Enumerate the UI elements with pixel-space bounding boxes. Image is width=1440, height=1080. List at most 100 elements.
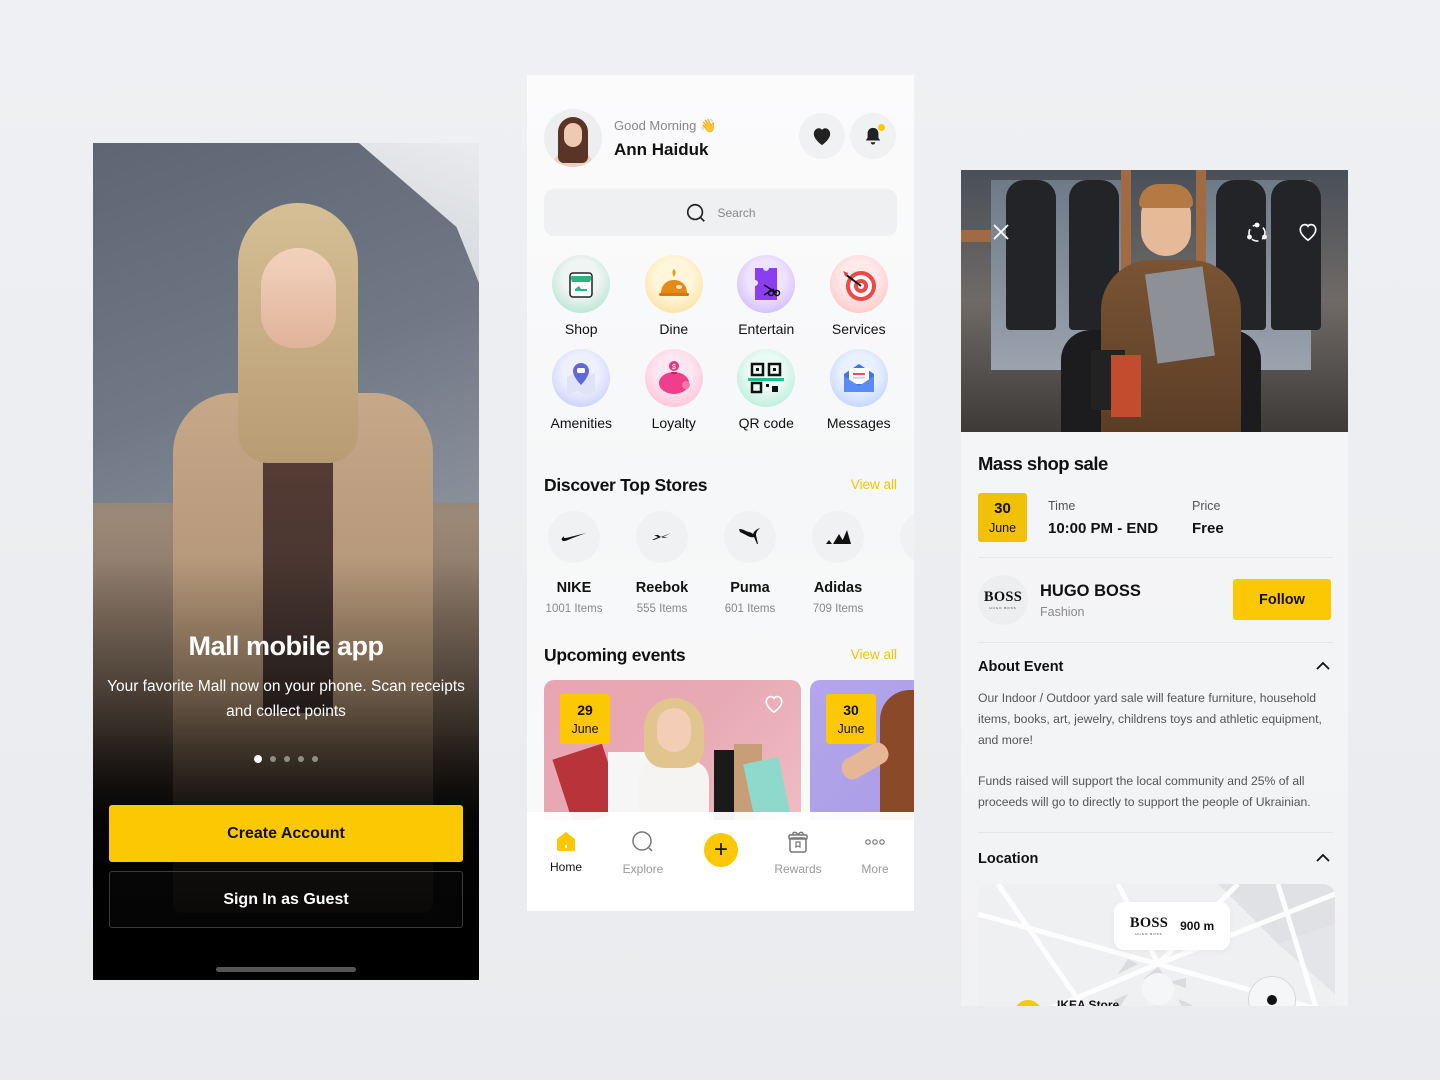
follow-button[interactable]: Follow [1233, 579, 1331, 620]
store-distance-marker[interactable]: BOSS HUGO BOSS 900 m [1114, 902, 1230, 950]
event-date-badge: 29 June [560, 694, 610, 744]
shopping-bag [1145, 266, 1215, 364]
svg-text:$: $ [672, 364, 676, 371]
store-puma[interactable]: Puma 601 Items [715, 511, 785, 615]
home-screen: Good Morning 👋 Ann Haiduk Search Shop Di… [527, 75, 914, 911]
search-icon [687, 203, 706, 222]
store-carousel[interactable]: NIKE 1001 Items Reebok 555 Items Puma 60… [539, 511, 914, 615]
category-messages[interactable]: Messages [813, 349, 906, 431]
favorites-button[interactable] [799, 113, 845, 159]
search-input[interactable]: Search [544, 189, 897, 236]
category-loyalty[interactable]: $ Loyalty [628, 349, 721, 431]
search-placeholder: Search [717, 205, 756, 220]
event-photo-face [657, 708, 691, 752]
pagination-dots[interactable] [93, 755, 479, 763]
sign-in-guest-button[interactable]: Sign In as Guest [109, 871, 463, 928]
notifications-button[interactable] [850, 113, 896, 159]
about-event-paragraph-2: Funds raised will support the local comm… [978, 774, 1311, 809]
category-entertain[interactable]: Entertain [720, 255, 813, 337]
onboarding-screen: Mall mobile app Your favorite Mall now o… [93, 143, 479, 980]
bottom-tab-bar: Home Explore + Rewards More [527, 812, 914, 911]
brand-category: Fashion [1040, 605, 1085, 619]
category-grid: Shop Dine Entertain Services Amenities $… [535, 255, 905, 431]
category-dine[interactable]: Dine [628, 255, 721, 337]
home-icon [557, 832, 575, 851]
favorite-heart-icon[interactable] [1297, 222, 1319, 242]
favorite-heart-icon[interactable] [763, 694, 785, 714]
tab-more[interactable]: More [840, 830, 910, 876]
gift-icon [788, 831, 808, 853]
ticket-icon [737, 255, 796, 313]
home-indicator [216, 967, 356, 972]
tab-explore[interactable]: Explore [608, 830, 678, 876]
location-map[interactable]: BOSS HUGO BOSS 900 m IKEA Store [978, 884, 1335, 1006]
nearby-store-name[interactable]: IKEA Store [1057, 998, 1119, 1006]
suit-display [1271, 180, 1321, 330]
store-adidas[interactable]: Adidas 709 Items [803, 511, 873, 615]
dine-icon [644, 255, 703, 313]
event-title: Mass shop sale [978, 453, 1108, 474]
category-amenities[interactable]: Amenities [535, 349, 628, 431]
map-pin-icon [552, 349, 611, 407]
events-carousel[interactable]: 29 June 30 June [544, 680, 914, 820]
target-icon [829, 255, 888, 313]
reebok-logo-icon [636, 511, 688, 563]
tab-rewards[interactable]: Rewards [763, 830, 833, 876]
qr-code-icon [737, 349, 796, 407]
create-account-button[interactable]: Create Account [109, 805, 463, 862]
page-dot-2[interactable] [270, 756, 276, 762]
divider [978, 642, 1333, 643]
divider [978, 557, 1333, 558]
heart-icon [813, 128, 831, 146]
tab-home[interactable]: Home [531, 830, 601, 874]
top-stores-view-all-link[interactable]: View all [851, 477, 897, 492]
store-jordan[interactable]: Jo 800 [891, 511, 914, 615]
shop-icon [552, 255, 611, 313]
time-value: 10:00 PM - END [1048, 520, 1159, 537]
suit-display [1006, 180, 1056, 330]
brand-logo[interactable]: BOSS HUGO BOSS [978, 575, 1028, 625]
share-icon[interactable] [1245, 222, 1269, 244]
upcoming-events-view-all-link[interactable]: View all [851, 647, 897, 662]
price-value: Free [1192, 520, 1224, 537]
event-hero-photo [961, 170, 1348, 432]
explore-search-icon [632, 831, 653, 852]
page-dot-3[interactable] [284, 756, 290, 762]
upcoming-events-heading: Upcoming events [544, 645, 686, 665]
page-dot-5[interactable] [312, 756, 318, 762]
category-qr-code[interactable]: QR code [720, 349, 813, 431]
distance-value: 900 m [1180, 919, 1215, 933]
event-detail-screen: Mass shop sale 30 June Time 10:00 PM - E… [961, 170, 1348, 1006]
category-services[interactable]: Services [813, 255, 906, 337]
store-nike[interactable]: NIKE 1001 Items [539, 511, 609, 615]
shelf [961, 230, 991, 242]
chevron-up-icon[interactable] [1315, 852, 1331, 864]
close-icon[interactable] [992, 223, 1010, 241]
location-heading[interactable]: Location [978, 851, 1038, 867]
event-card[interactable]: 29 June [544, 680, 801, 820]
divider [978, 832, 1333, 833]
category-shop[interactable]: Shop [535, 255, 628, 337]
page-dot-4[interactable] [298, 756, 304, 762]
boss-logo-icon: BOSS HUGO BOSS [1129, 914, 1169, 937]
about-event-heading[interactable]: About Event [978, 659, 1063, 675]
brand-name: HUGO BOSS [1040, 582, 1141, 600]
onboarding-subtitle: Your favorite Mall now on your phone. Sc… [107, 678, 465, 720]
about-event-paragraph-1: Our Indoor / Outdoor yard sale will feat… [978, 691, 1322, 747]
shopping-bag [1111, 355, 1141, 417]
envelope-icon [829, 349, 888, 407]
nike-logo-icon [548, 511, 600, 563]
event-date-badge: 30 June [978, 493, 1027, 542]
page-dot-1[interactable] [254, 755, 262, 763]
store-reebok[interactable]: Reebok 555 Items [627, 511, 697, 615]
avatar[interactable] [544, 109, 602, 167]
price-label: Price [1192, 499, 1221, 513]
add-button[interactable]: + [704, 833, 738, 867]
puma-logo-icon [724, 511, 776, 563]
event-photo-woman [639, 760, 709, 820]
piggy-bank-icon: $ [644, 349, 703, 407]
user-name: Ann Haiduk [614, 140, 709, 159]
onboarding-title: Mall mobile app [188, 631, 384, 661]
chevron-up-icon[interactable] [1315, 660, 1331, 672]
event-card[interactable]: 30 June [810, 680, 914, 820]
